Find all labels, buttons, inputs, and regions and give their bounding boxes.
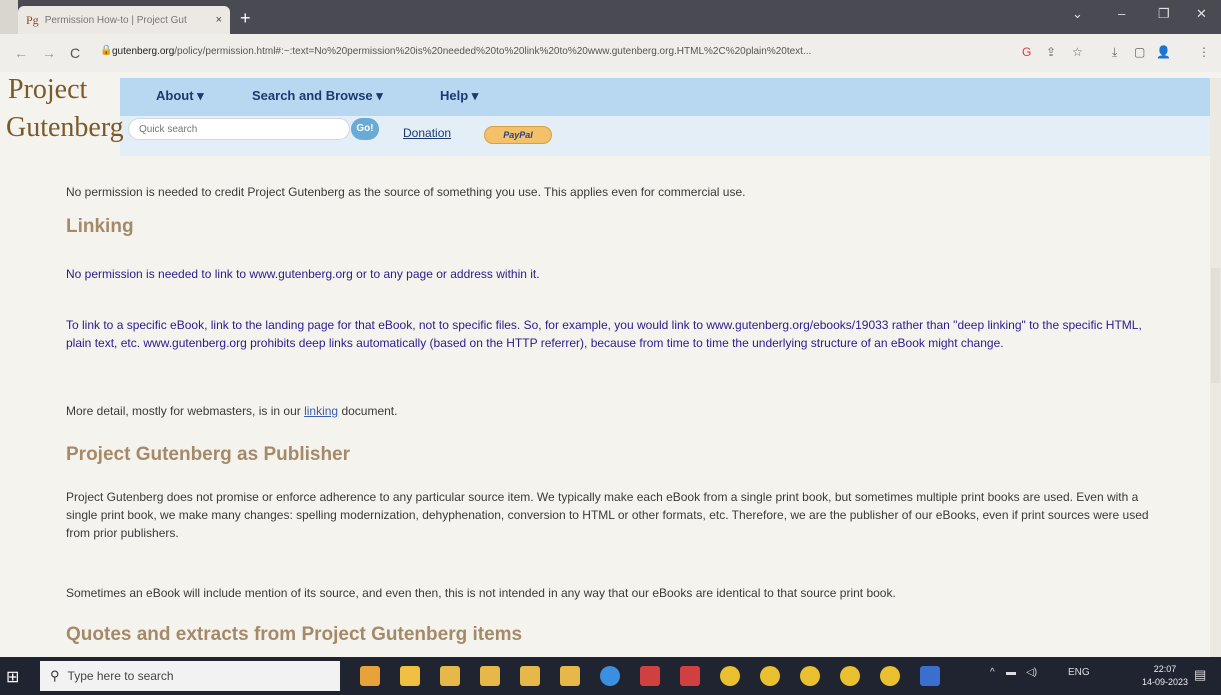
clock-date: 14-09-2023	[1142, 677, 1189, 687]
taskbar-app-icon[interactable]	[800, 666, 820, 686]
taskbar-app-icon[interactable]	[560, 666, 580, 686]
donation-link[interactable]: Donation	[403, 126, 451, 140]
taskbar-app-icon[interactable]	[680, 666, 700, 686]
taskbar-app-icon[interactable]	[640, 666, 660, 686]
site-logo-line2[interactable]: Gutenberg	[6, 112, 124, 144]
volume-icon[interactable]: ◁)	[1026, 667, 1037, 678]
maximize-button[interactable]: ❐	[1158, 6, 1170, 22]
browser-tab[interactable]: Pg Permission How-to | Project Gut ×	[18, 6, 230, 34]
linking-document-link[interactable]: linking	[304, 404, 338, 418]
taskbar-app-icon[interactable]	[760, 666, 780, 686]
notification-icon[interactable]: ▤	[1194, 667, 1206, 683]
network-icon[interactable]: ▬	[1006, 667, 1016, 678]
sidepanel-icon[interactable]: ▢	[1134, 45, 1145, 59]
taskbar-app-icon[interactable]	[360, 666, 380, 686]
url-field[interactable]: gutenberg.org/policy/permission.html#:~:…	[112, 46, 811, 57]
taskbar-search-box[interactable]: ⚲ Type here to search	[40, 661, 340, 691]
page-scrollbar-thumb[interactable]	[1211, 268, 1220, 383]
new-tab-button[interactable]: +	[240, 8, 251, 29]
menu-dots-icon[interactable]: ⋮	[1198, 45, 1210, 59]
url-host: gutenberg.org	[112, 46, 175, 57]
windows-start-icon[interactable]: ⊞	[6, 667, 19, 687]
taskbar-app-icon[interactable]	[920, 666, 940, 686]
tab-strip-edge	[0, 0, 18, 34]
url-path: /policy/permission.html#:~:text=No%20per…	[174, 46, 812, 57]
google-icon[interactable]: G	[1022, 45, 1031, 59]
detail-text-post: document.	[338, 404, 398, 418]
windows-taskbar: ⊞ ⚲ Type here to search ^ ▬ ◁) ENG 22:07…	[0, 657, 1221, 695]
taskbar-app-icon[interactable]	[400, 666, 420, 686]
lock-icon[interactable]: 🔒	[100, 45, 112, 56]
linking-paragraph-1: No permission is needed to link to www.g…	[66, 267, 540, 281]
site-menu-bar: About ▾ Search and Browse ▾ Help ▾	[120, 78, 1210, 116]
heading-quotes: Quotes and extracts from Project Gutenbe…	[66, 624, 523, 645]
menu-search-and-browse[interactable]: Search and Browse ▾	[252, 88, 383, 104]
taskbar-app-icon[interactable]	[720, 666, 740, 686]
close-window-button[interactable]: ✕	[1196, 6, 1207, 22]
tab-title: Permission How-to | Project Gut	[44, 14, 187, 26]
browser-tab-strip: Pg Permission How-to | Project Gut × + ⌄…	[0, 0, 1221, 34]
taskbar-search-text: Type here to search	[67, 669, 174, 683]
heading-publisher: Project Gutenberg as Publisher	[66, 444, 351, 465]
profile-icon[interactable]: 👤	[1156, 45, 1171, 59]
quick-search-input[interactable]	[128, 118, 350, 140]
taskbar-app-icon[interactable]	[480, 666, 500, 686]
menu-about[interactable]: About ▾	[156, 88, 204, 104]
heading-linking: Linking	[66, 216, 134, 237]
back-arrow-icon[interactable]: ←	[14, 45, 28, 61]
taskbar-clock[interactable]: 22:07 14-09-2023	[1142, 663, 1188, 689]
go-button[interactable]: Go!	[351, 118, 379, 140]
clock-time: 22:07	[1153, 664, 1177, 674]
language-indicator[interactable]: ENG	[1068, 667, 1090, 678]
menu-help[interactable]: Help ▾	[440, 88, 478, 104]
reload-icon[interactable]: C	[70, 45, 80, 61]
address-bar: ← → C 🔒 gutenberg.org/policy/permission.…	[0, 34, 1221, 72]
publisher-paragraph-2: Sometimes an eBook will include mention …	[66, 586, 896, 600]
taskbar-app-icon[interactable]	[600, 666, 620, 686]
close-tab-icon[interactable]: ×	[216, 14, 222, 26]
detail-text-pre: More detail, mostly for webmasters, is i…	[66, 404, 305, 418]
taskbar-app-icon[interactable]	[520, 666, 540, 686]
forward-arrow-icon[interactable]: →	[42, 45, 56, 61]
share-icon[interactable]: ⇪	[1046, 45, 1056, 59]
taskbar-app-icon[interactable]	[880, 666, 900, 686]
paypal-button[interactable]: PayPal	[484, 126, 552, 144]
download-icon[interactable]: ⤓	[1112, 45, 1117, 60]
linking-paragraph-2: To link to a specific eBook, link to the…	[66, 318, 1142, 350]
taskbar-app-icon[interactable]	[840, 666, 860, 686]
bookmark-star-icon[interactable]: ☆	[1072, 45, 1083, 59]
credit-paragraph: No permission is needed to credit Projec…	[66, 185, 746, 199]
search-icon: ⚲	[50, 668, 60, 683]
publisher-paragraph-1: Project Gutenberg does not promise or en…	[66, 490, 1149, 540]
taskbar-app-icon[interactable]	[440, 666, 460, 686]
minimize-button[interactable]: –	[1118, 6, 1125, 21]
site-logo-line1[interactable]: Project	[8, 74, 87, 106]
detail-paragraph: More detail, mostly for webmasters, is i…	[66, 402, 1156, 420]
tray-chevron-icon[interactable]: ^	[990, 667, 995, 678]
favicon-icon: Pg	[26, 12, 39, 27]
tab-search-icon[interactable]: ⌄	[1072, 6, 1083, 22]
